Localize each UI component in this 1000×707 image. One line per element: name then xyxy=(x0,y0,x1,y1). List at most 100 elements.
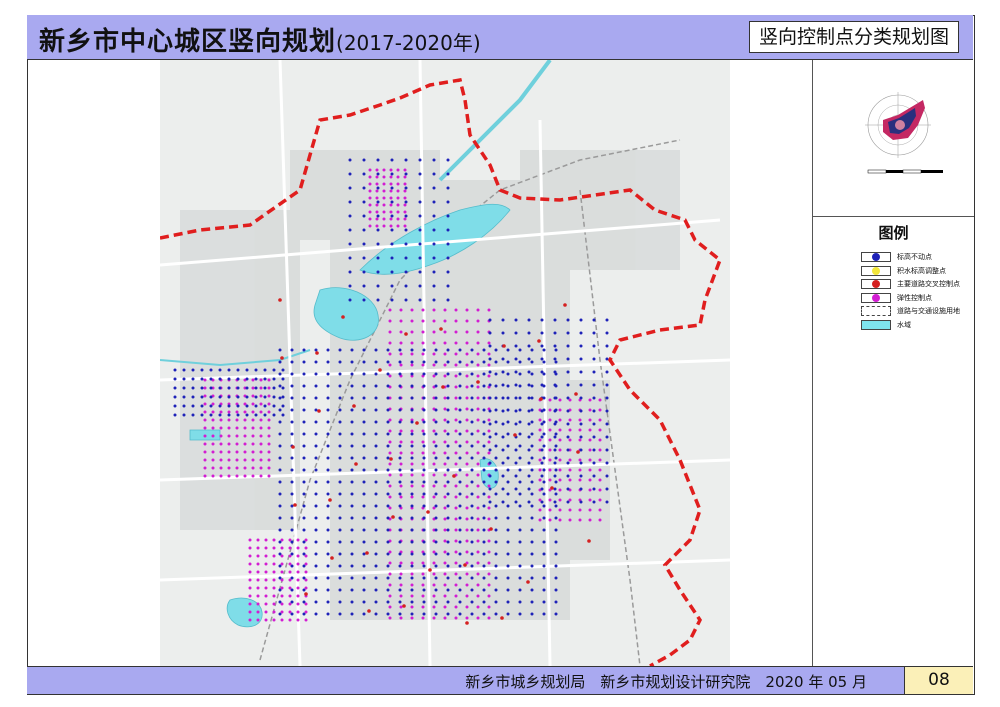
control-point xyxy=(518,528,522,532)
map-canvas[interactable] xyxy=(159,58,731,668)
control-point xyxy=(454,363,458,367)
control-point xyxy=(203,410,207,414)
control-point xyxy=(281,413,285,417)
control-point xyxy=(527,487,531,491)
control-point xyxy=(386,588,390,592)
control-point xyxy=(540,422,544,426)
control-point xyxy=(290,480,294,484)
control-point xyxy=(348,200,352,204)
control-point xyxy=(398,480,402,484)
control-point xyxy=(605,344,609,348)
control-point xyxy=(558,478,562,482)
legend-item: 弹性控制点 xyxy=(861,292,960,304)
control-point xyxy=(458,516,462,520)
control-point xyxy=(348,256,352,260)
control-point xyxy=(227,426,231,430)
control-point xyxy=(506,540,510,544)
control-point xyxy=(296,602,300,606)
control-point xyxy=(326,360,330,364)
control-point xyxy=(398,456,402,460)
control-point xyxy=(488,500,492,504)
control-point xyxy=(470,564,474,568)
control-point xyxy=(374,492,378,496)
control-point xyxy=(554,504,558,508)
control-point xyxy=(592,344,596,348)
control-point xyxy=(558,418,562,422)
control-point xyxy=(341,315,345,319)
control-point xyxy=(235,426,239,430)
control-point xyxy=(578,458,582,462)
control-point xyxy=(548,408,552,412)
control-point xyxy=(396,217,400,221)
control-point xyxy=(470,372,474,376)
control-point xyxy=(391,515,395,519)
control-point xyxy=(494,348,498,352)
control-point xyxy=(558,398,562,402)
control-point xyxy=(482,576,486,580)
control-point xyxy=(530,396,534,400)
control-point xyxy=(476,418,480,422)
control-point xyxy=(443,462,447,466)
control-point xyxy=(432,495,436,499)
control-point xyxy=(592,422,596,426)
control-point xyxy=(304,546,308,550)
legend-swatch xyxy=(861,306,891,316)
control-point xyxy=(527,435,531,439)
control-point xyxy=(348,214,352,218)
control-point xyxy=(227,386,231,390)
control-point xyxy=(527,331,531,335)
control-point xyxy=(458,372,462,376)
control-point xyxy=(248,554,252,558)
control-point xyxy=(476,429,480,433)
control-point xyxy=(350,564,354,568)
control-point xyxy=(530,588,534,592)
control-point xyxy=(566,383,570,387)
control-point xyxy=(568,468,572,472)
control-point xyxy=(302,600,306,604)
control-point xyxy=(454,429,458,433)
control-point xyxy=(403,189,407,193)
control-point xyxy=(326,348,330,352)
control-point xyxy=(314,360,318,364)
control-point xyxy=(538,508,542,512)
control-point xyxy=(501,487,505,491)
control-point xyxy=(302,384,306,388)
control-point xyxy=(443,605,447,609)
control-point xyxy=(362,528,366,532)
control-point xyxy=(501,370,505,374)
control-point xyxy=(338,420,342,424)
control-point xyxy=(398,432,402,436)
control-point xyxy=(200,404,204,408)
control-point xyxy=(350,492,354,496)
control-point xyxy=(421,319,425,323)
control-point xyxy=(554,528,558,532)
control-point xyxy=(302,360,306,364)
control-point xyxy=(421,462,425,466)
control-point xyxy=(530,432,534,436)
control-point xyxy=(302,588,306,592)
control-point xyxy=(554,480,558,484)
control-point xyxy=(410,583,414,587)
control-point xyxy=(404,242,408,246)
control-point xyxy=(386,492,390,496)
control-point xyxy=(278,432,282,436)
control-point xyxy=(326,540,330,544)
control-point xyxy=(390,158,394,162)
control-point xyxy=(389,189,393,193)
control-point xyxy=(296,554,300,558)
control-point xyxy=(476,374,480,378)
control-point xyxy=(553,383,557,387)
control-point xyxy=(259,442,263,446)
control-point xyxy=(540,474,544,478)
control-point xyxy=(432,270,436,274)
control-point xyxy=(386,480,390,484)
control-point xyxy=(446,432,450,436)
control-point xyxy=(388,429,392,433)
control-point xyxy=(548,448,552,452)
control-point xyxy=(362,408,366,412)
control-point xyxy=(540,331,544,335)
control-point xyxy=(554,600,558,604)
control-point xyxy=(390,214,394,218)
control-point xyxy=(259,410,263,414)
control-point xyxy=(354,462,358,466)
